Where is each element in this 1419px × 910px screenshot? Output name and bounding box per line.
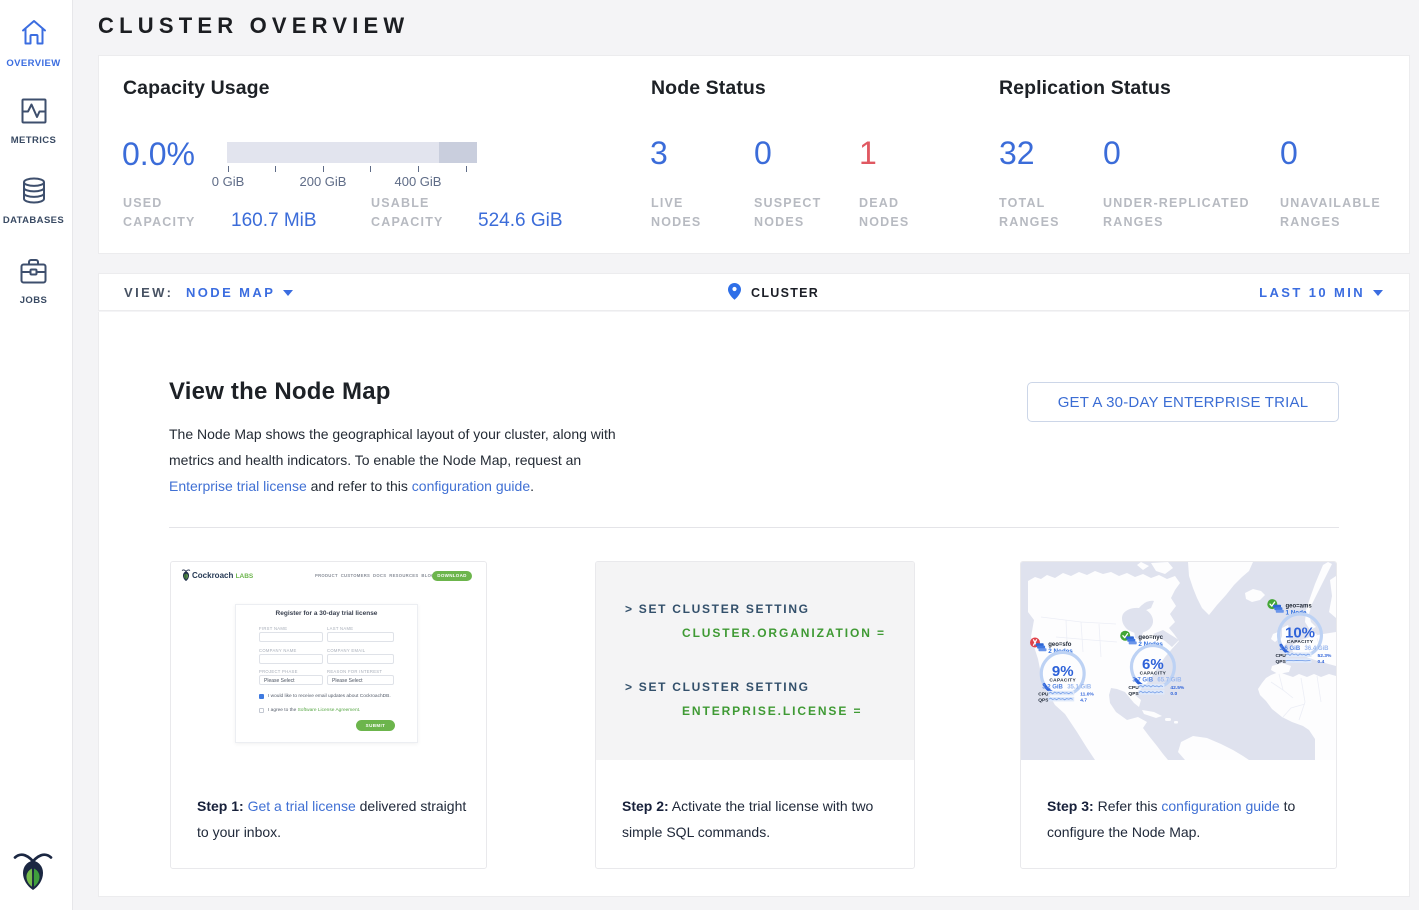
svg-text:35.1 GiB: 35.1 GiB — [1067, 684, 1092, 690]
svg-text:3.7 GiB: 3.7 GiB — [1132, 678, 1153, 684]
svg-text:0.4: 0.4 — [1318, 659, 1325, 665]
svg-text:geo=ams: geo=ams — [1286, 603, 1313, 609]
svg-text:42.5%: 42.5% — [1170, 685, 1185, 691]
svg-text:9%: 9% — [1052, 663, 1074, 680]
svg-text:11.0%: 11.0% — [1080, 692, 1094, 698]
svg-text:QPS: QPS — [1038, 698, 1049, 704]
svg-text:QPS: QPS — [1128, 691, 1139, 697]
svg-text:QPS: QPS — [1276, 659, 1287, 665]
svg-text:52.3%: 52.3% — [1318, 653, 1333, 659]
svg-text:CAPACITY: CAPACITY — [1287, 639, 1314, 645]
svg-text:3.6 GiB: 3.6 GiB — [1280, 646, 1301, 652]
svg-text:3.2 GiB: 3.2 GiB — [1042, 684, 1063, 690]
svg-text:CAPACITY: CAPACITY — [1049, 677, 1076, 683]
svg-text:geo=sfo: geo=sfo — [1048, 642, 1072, 648]
svg-text:6%: 6% — [1142, 656, 1164, 673]
svg-text:CPU: CPU — [1038, 692, 1049, 698]
svg-text:0.0: 0.0 — [1170, 691, 1177, 697]
svg-text:65.7 GiB: 65.7 GiB — [1157, 678, 1182, 684]
svg-text:geo=nyc: geo=nyc — [1138, 635, 1163, 641]
svg-text:4.7: 4.7 — [1080, 698, 1087, 704]
svg-text:36.4 GiB: 36.4 GiB — [1305, 646, 1330, 652]
svg-text:10%: 10% — [1285, 624, 1315, 641]
svg-text:CPU: CPU — [1276, 653, 1287, 659]
svg-text:CPU: CPU — [1128, 685, 1139, 691]
svg-text:CAPACITY: CAPACITY — [1140, 671, 1167, 677]
